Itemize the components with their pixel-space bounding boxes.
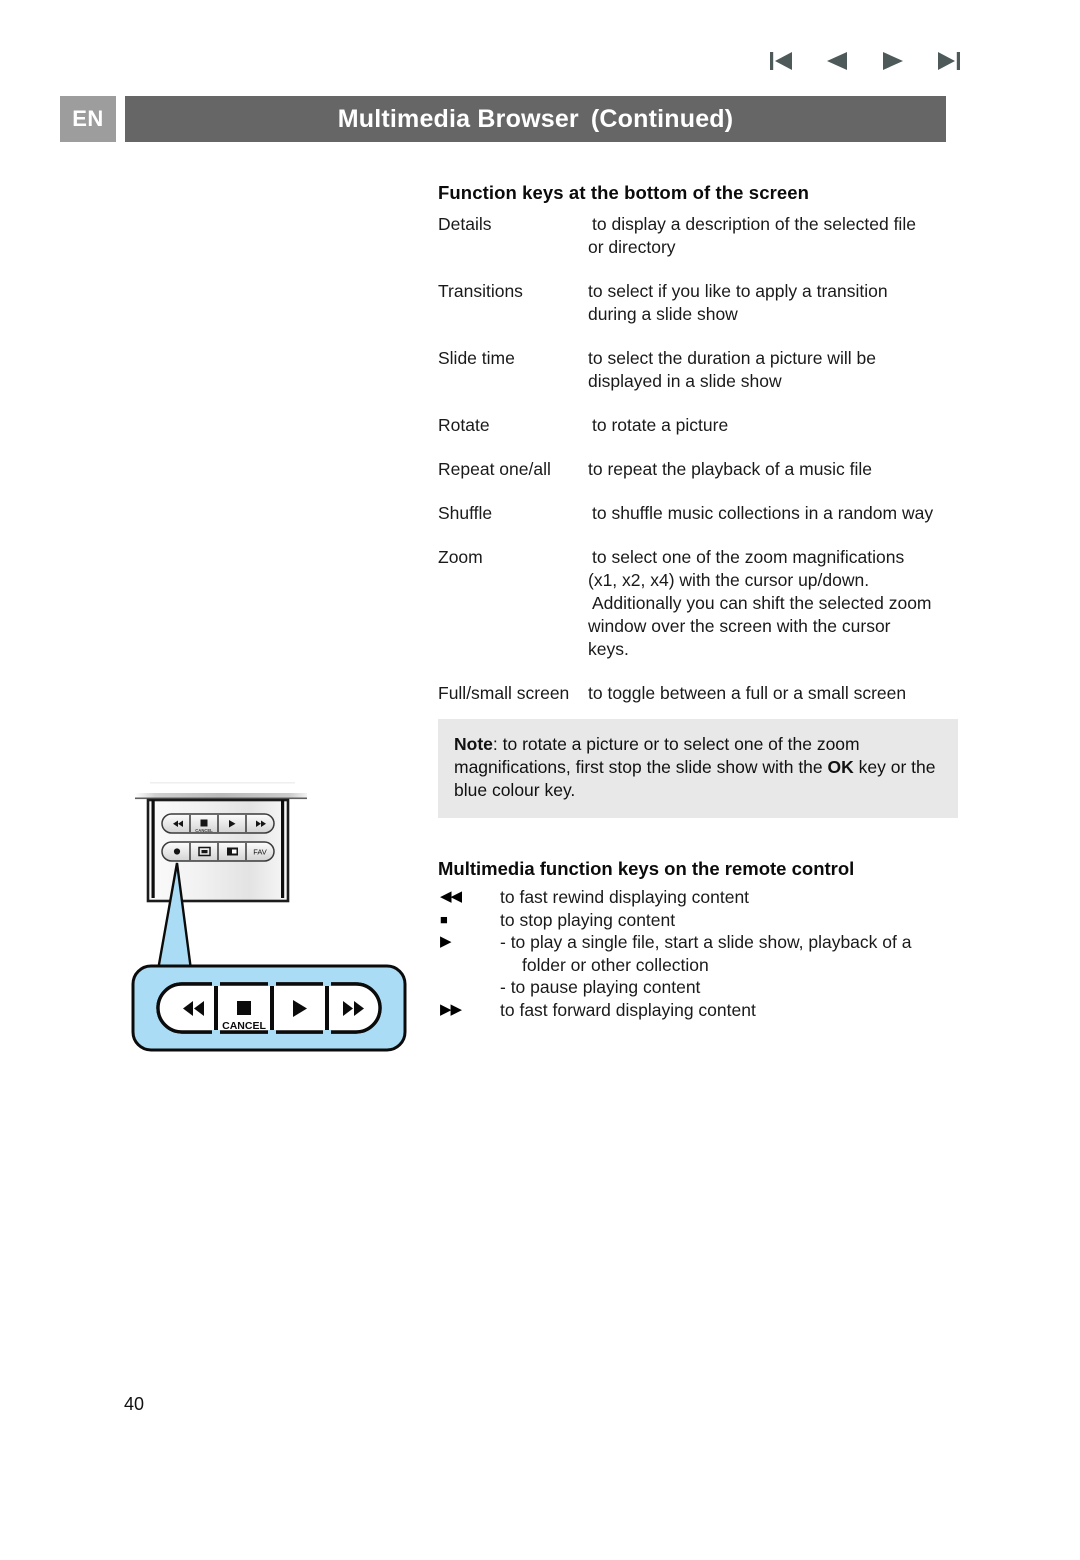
remote-ghost-line bbox=[150, 782, 295, 784]
remote-keys-heading: Multimedia function keys on the remote c… bbox=[438, 858, 855, 879]
note-text-part1: : to rotate a picture or to select one o… bbox=[454, 734, 860, 777]
page-header: EN Multimedia Browser (Continued) bbox=[60, 96, 946, 142]
desc-line: Additionally you can shift the selected … bbox=[592, 593, 932, 613]
table-row: Shuffle to shuffle music collections in … bbox=[438, 502, 958, 525]
main-content: Function keys at the bottom of the scree… bbox=[438, 182, 958, 1021]
page-number: 40 bbox=[124, 1394, 145, 1414]
desc-line: to repeat the playback of a music file bbox=[588, 459, 873, 479]
desc-line: to display a description of the selected… bbox=[592, 214, 916, 234]
svg-text:CANCEL: CANCEL bbox=[222, 1020, 266, 1032]
function-key-term: Transitions bbox=[438, 281, 523, 301]
function-key-term: Repeat one/all bbox=[438, 459, 551, 479]
remote-key-description: to stop playing content bbox=[500, 909, 958, 932]
last-page-icon[interactable] bbox=[936, 48, 962, 74]
note-box: Note: to rotate a picture or to select o… bbox=[438, 719, 958, 818]
remote-pip-button bbox=[227, 847, 238, 856]
function-key-description: to rotate a picture bbox=[588, 414, 958, 437]
list-item: ▶▶ to fast forward displaying content bbox=[438, 999, 958, 1022]
first-page-icon[interactable] bbox=[768, 48, 794, 74]
remote-key-description: to fast forward displaying content bbox=[500, 999, 958, 1022]
table-row: Zoom to select one of the zoom magnifica… bbox=[438, 546, 958, 661]
desc-line: to select the duration a picture will be bbox=[588, 348, 876, 368]
table-row: Details to display a description of the … bbox=[438, 213, 958, 259]
page-navigation-icons bbox=[745, 48, 962, 74]
list-item: ◀◀ to fast rewind displaying content bbox=[438, 886, 958, 909]
remote-top-edge bbox=[135, 793, 307, 798]
desc-line: to rotate a picture bbox=[592, 415, 729, 435]
table-row: Transitions to select if you like to app… bbox=[438, 280, 958, 326]
previous-page-icon[interactable] bbox=[824, 48, 850, 74]
svg-text:CANCEL: CANCEL bbox=[195, 828, 213, 833]
desc-line: to shuffle music collections in a random… bbox=[592, 503, 934, 523]
desc-line: keys. bbox=[588, 639, 629, 659]
desc-line: to fast rewind displaying content bbox=[500, 887, 750, 907]
stop-icon: ■ bbox=[440, 911, 448, 927]
table-row: Slide time to select the duration a pict… bbox=[438, 347, 958, 393]
language-badge: EN bbox=[60, 96, 116, 142]
desc-line: - to play a single file, start a slide s… bbox=[500, 932, 912, 952]
desc-line: or directory bbox=[588, 237, 676, 257]
function-keys-heading: Function keys at the bottom of the scree… bbox=[438, 182, 810, 203]
remote-key-description: to fast rewind displaying content bbox=[500, 886, 958, 909]
desc-line: to select one of the zoom magnifications bbox=[592, 547, 905, 567]
next-page-icon[interactable] bbox=[880, 48, 906, 74]
note-label: Note bbox=[454, 734, 493, 754]
function-key-description: to toggle between a full or a small scre… bbox=[588, 682, 958, 705]
play-pause-icon: ▶ bbox=[440, 933, 452, 950]
table-row: Repeat one/all to repeat the playback of… bbox=[438, 458, 958, 481]
desc-line: folder or other collection bbox=[522, 954, 709, 975]
function-key-description: to repeat the playback of a music file bbox=[588, 458, 958, 481]
desc-line: to fast forward displaying content bbox=[500, 999, 756, 1020]
remote-keys-list: ◀◀ to fast rewind displaying content ■ t… bbox=[438, 886, 958, 1021]
desc-line: to select if you like to apply a transit… bbox=[588, 281, 888, 301]
function-key-description: to select the duration a picture will be… bbox=[588, 347, 958, 393]
desc-line: to stop playing content bbox=[500, 909, 676, 930]
remote-second-button-row: FAV bbox=[161, 841, 275, 862]
desc-line: window over the screen with the cursor bbox=[588, 616, 891, 636]
table-row: Full/small screen to toggle between a fu… bbox=[438, 682, 958, 705]
function-key-description: to select one of the zoom magnifications… bbox=[588, 546, 958, 661]
function-key-term: Full/small screen bbox=[438, 683, 570, 703]
remote-key-description: - to play a single file, start a slide s… bbox=[500, 931, 958, 999]
note-emphasis-ok: OK bbox=[827, 757, 854, 777]
remote-record-button bbox=[173, 848, 181, 855]
desc-line: - to pause playing content bbox=[500, 977, 701, 997]
remote-fav-button-label: FAV bbox=[253, 848, 267, 857]
function-key-description: to display a description of the selected… bbox=[588, 213, 958, 259]
page-title-bar: Multimedia Browser (Continued) bbox=[125, 96, 946, 142]
function-key-term: Shuffle bbox=[438, 503, 493, 523]
desc-line: during a slide show bbox=[588, 304, 738, 324]
remote-top-button-row: CANCEL bbox=[161, 813, 275, 834]
list-item: ▶ - to play a single file, start a slide… bbox=[438, 931, 958, 999]
rewind-icon: ◀◀ bbox=[440, 888, 462, 905]
function-key-term: Zoom bbox=[438, 547, 483, 567]
desc-line: to toggle between a full or a small scre… bbox=[588, 683, 907, 703]
callout-box: CANCEL bbox=[131, 964, 407, 1052]
function-key-term: Slide time bbox=[438, 348, 515, 368]
page-title: Multimedia Browser bbox=[337, 104, 579, 133]
page-title-suffix: (Continued) bbox=[590, 104, 734, 133]
function-key-description: to select if you like to apply a transit… bbox=[588, 280, 958, 326]
desc-line: displayed in a slide show bbox=[588, 371, 782, 391]
function-key-term: Rotate bbox=[438, 415, 490, 435]
function-key-description: to shuffle music collections in a random… bbox=[588, 502, 958, 525]
remote-control-illustration: CANCEL FAV CANCEL bbox=[130, 770, 430, 1070]
desc-line: (x1, x2, x4) with the cursor up/down. bbox=[588, 570, 870, 590]
list-item: ■ to stop playing content bbox=[438, 909, 958, 932]
fast-forward-icon: ▶▶ bbox=[440, 1000, 462, 1018]
function-key-term: Details bbox=[438, 214, 492, 234]
function-keys-table: Details to display a description of the … bbox=[438, 213, 958, 705]
table-row: Rotate to rotate a picture bbox=[438, 414, 958, 437]
